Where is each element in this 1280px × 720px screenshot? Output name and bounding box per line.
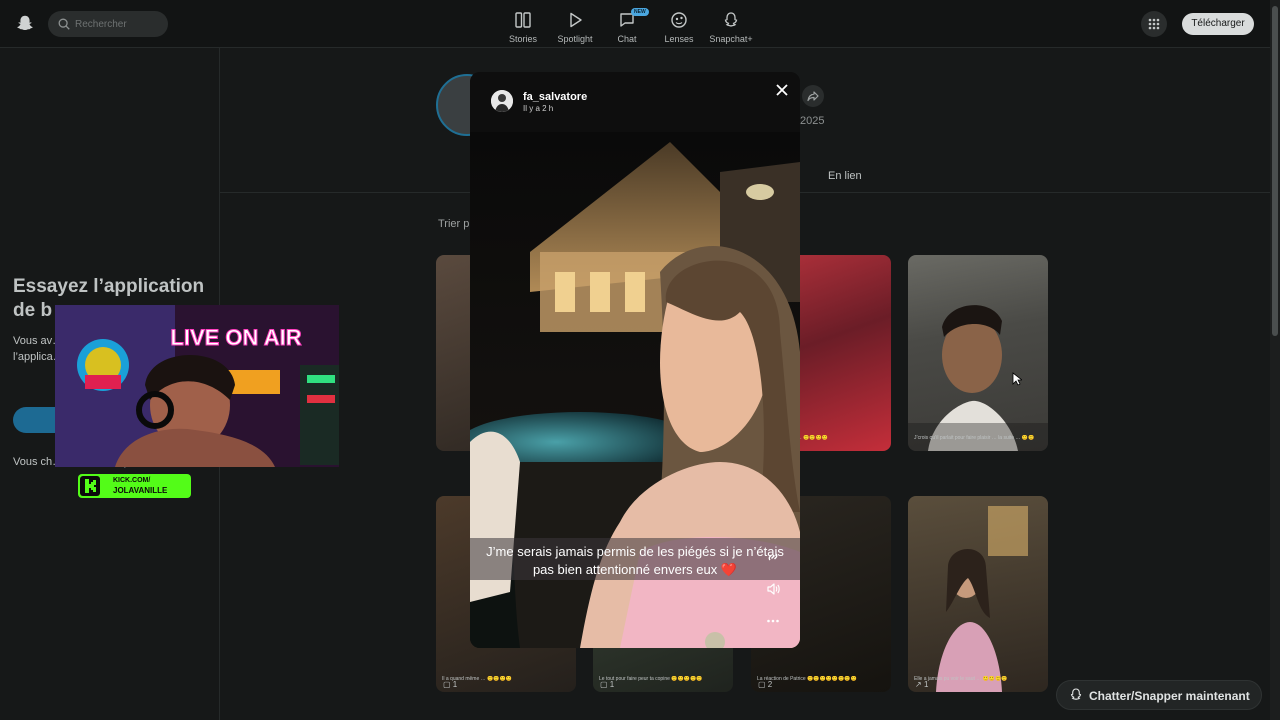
new-badge: NEW	[631, 8, 649, 16]
card-views: ▢ 1	[600, 680, 615, 689]
scrollbar-thumb[interactable]	[1272, 6, 1278, 336]
spotlight-card[interactable]: Elle a jamais pu voir le saut … 🙂🙂🙂🙂 ↗ 1	[908, 496, 1048, 692]
mouse-cursor-icon	[1012, 372, 1022, 386]
story-header: fa_salvatore Il y a 2 h	[470, 72, 800, 132]
card-views-count: 1	[452, 680, 458, 689]
tab-related[interactable]: En lien	[828, 170, 862, 182]
nav-chat-label: Chat	[617, 34, 637, 44]
card-views-count: 1	[609, 680, 615, 689]
story-author-avatar[interactable]	[491, 90, 513, 112]
link-icon[interactable]	[765, 549, 781, 565]
page-scrollbar[interactable]	[1270, 0, 1280, 720]
card-caption: Elle a jamais pu voir le saut … 🙂🙂🙂🙂	[914, 676, 1008, 682]
card-shares: ↗ 1	[915, 680, 929, 689]
card-caption: La réaction de Patrice 🙂🙂🙂🙂🙂🙂🙂🙂	[757, 676, 857, 682]
profile-year: 2025	[800, 115, 825, 127]
kick-logo-icon	[80, 476, 100, 496]
nav-lenses[interactable]: Lenses	[651, 6, 707, 46]
story-timestamp: Il y a 2 h	[523, 104, 554, 113]
story-viewer[interactable]: fa_salvatore Il y a 2 h J’me serais jama…	[470, 72, 800, 648]
nav-snapchat-plus[interactable]: Snapchat+	[703, 6, 759, 46]
top-bar: Stories Spotlight NEW Chat Lenses Snapch…	[0, 0, 1280, 48]
nav-spotlight[interactable]: Spotlight	[547, 6, 603, 46]
card-caption: Le tout pour faire peur ta copine 🙂🙂🙂🙂🙂	[599, 676, 703, 682]
apps-grid-button[interactable]	[1141, 11, 1167, 37]
search-box[interactable]	[48, 11, 168, 37]
card-shares-count: 1	[923, 680, 929, 689]
stories-icon	[515, 12, 531, 28]
play-icon	[570, 12, 582, 28]
story-caption: J’me serais jamais permis de les piégés …	[470, 538, 800, 580]
kick-channel-tag: KICK.COM/ JOLAVANILLE	[78, 474, 191, 498]
share-button[interactable]	[802, 85, 824, 107]
neon-sign: LIVE ON AIR	[170, 325, 301, 350]
kick-channel-name: JOLAVANILLE	[113, 486, 168, 495]
kick-url: KICK.COM/	[113, 477, 151, 484]
search-input[interactable]	[75, 16, 163, 32]
ghost-plus-icon	[724, 12, 738, 27]
download-button[interactable]: Télécharger	[1182, 13, 1254, 35]
nav-spotlight-label: Spotlight	[557, 34, 593, 44]
card-views-count: 2	[767, 680, 773, 689]
more-options-icon[interactable]	[765, 613, 781, 629]
streamer-webcam-overlay: LIVE ON AIR	[55, 305, 339, 467]
nav-stories[interactable]: Stories	[495, 6, 551, 46]
nav-lenses-label: Lenses	[664, 34, 694, 44]
avatar-image	[491, 90, 513, 112]
card-thumbnail	[936, 506, 1028, 692]
webcam-feed: LIVE ON AIR	[55, 305, 339, 467]
lenses-icon	[671, 12, 687, 28]
card-thumbnail	[908, 305, 1048, 451]
caption-line-1: J’me serais jamais permis de les piégés …	[486, 544, 784, 559]
nav-snapchat-plus-label: Snapchat+	[709, 34, 753, 44]
card-views: ▢ 1	[443, 680, 458, 689]
sort-label[interactable]: Trier p	[438, 218, 469, 230]
search-icon	[58, 18, 70, 30]
nav-stories-label: Stories	[508, 34, 537, 44]
card-views: ▢ 2	[758, 680, 773, 689]
grid-icon	[1148, 18, 1160, 30]
nav-chat[interactable]: NEW Chat	[599, 6, 655, 46]
ghost-icon	[1070, 688, 1082, 700]
volume-icon[interactable]	[765, 581, 781, 597]
chat-snap-now-label: Chatter/Snapper maintenant	[1089, 689, 1250, 703]
card-caption: Il a quand même … 🙂🙂🙂🙂	[442, 676, 512, 682]
spotlight-card[interactable]: J’crois qu’il parlait pour faire plaisir…	[908, 255, 1048, 451]
chat-snap-now-button[interactable]: Chatter/Snapper maintenant	[1056, 680, 1262, 710]
close-icon[interactable]	[774, 82, 790, 98]
card-caption: J’crois qu’il parlait pour faire plaisir…	[914, 435, 1035, 441]
story-username[interactable]: fa_salvatore	[523, 91, 587, 103]
share-icon	[807, 91, 819, 102]
snapchat-ghost-icon[interactable]	[14, 13, 36, 35]
caption-line-2: pas bien attentionné envers eux ❤️	[532, 562, 738, 577]
